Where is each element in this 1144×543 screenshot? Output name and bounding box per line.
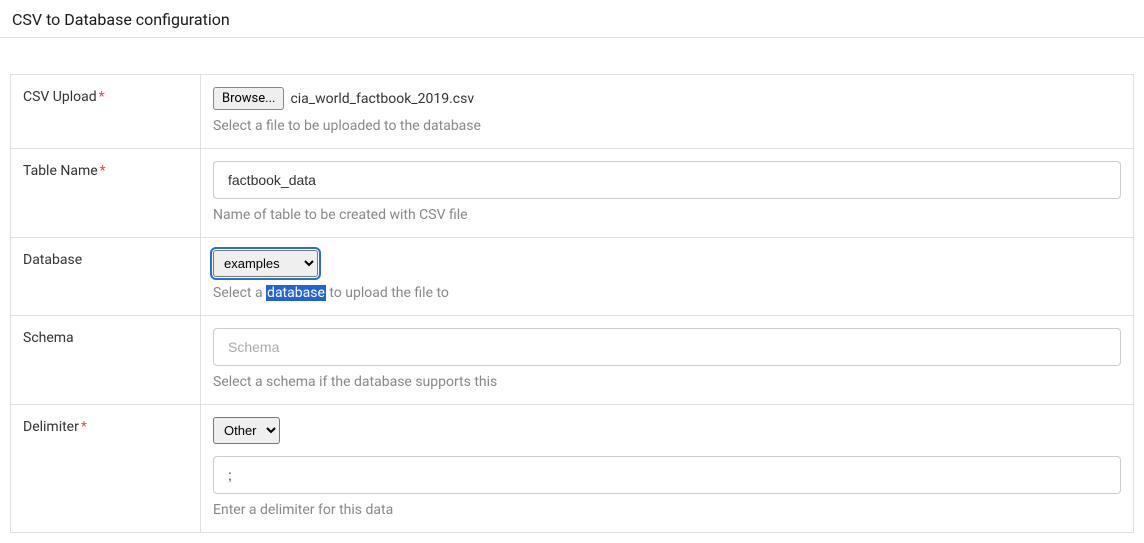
label-csv-upload: CSV Upload*	[11, 75, 201, 148]
row-delimiter: Delimiter* Other Enter a delimiter for t…	[11, 405, 1133, 532]
help-database-post: to upload the file to	[326, 285, 449, 301]
delimiter-select[interactable]: Other	[213, 417, 280, 444]
help-database-pre: Select a	[213, 285, 266, 301]
row-schema: Schema Select a schema if the database s…	[11, 316, 1133, 405]
label-delimiter: Delimiter*	[11, 405, 201, 532]
browse-button[interactable]: Browse...	[213, 87, 284, 110]
required-marker: *	[99, 89, 105, 105]
database-select[interactable]: examples	[213, 250, 318, 277]
label-csv-upload-text: CSV Upload	[23, 89, 97, 105]
form-area: CSV Upload* Browse... cia_world_factbook…	[0, 38, 1144, 543]
help-delimiter: Enter a delimiter for this data	[213, 502, 1121, 518]
label-database-text: Database	[23, 252, 82, 268]
table-name-input[interactable]	[213, 161, 1121, 199]
cell-table-name: Name of table to be created with CSV fil…	[201, 149, 1133, 237]
uploaded-filename: cia_world_factbook_2019.csv	[290, 91, 474, 107]
config-form: CSV Upload* Browse... cia_world_factbook…	[10, 74, 1134, 533]
help-schema: Select a schema if the database supports…	[213, 374, 1121, 390]
label-schema: Schema	[11, 316, 201, 404]
label-delimiter-text: Delimiter	[23, 419, 79, 435]
help-database-highlight: database	[266, 285, 326, 301]
cell-delimiter: Other Enter a delimiter for this data	[201, 405, 1133, 532]
file-upload-line: Browse... cia_world_factbook_2019.csv	[213, 87, 1121, 110]
help-csv-upload: Select a file to be uploaded to the data…	[213, 118, 1121, 134]
row-database: Database examples Select a database to u…	[11, 238, 1133, 316]
label-database: Database	[11, 238, 201, 315]
cell-schema: Select a schema if the database supports…	[201, 316, 1133, 404]
row-table-name: Table Name* Name of table to be created …	[11, 149, 1133, 238]
help-table-name: Name of table to be created with CSV fil…	[213, 207, 1121, 223]
required-marker: *	[100, 163, 106, 179]
required-marker: *	[81, 419, 87, 435]
schema-input[interactable]	[213, 328, 1121, 366]
label-schema-text: Schema	[23, 330, 74, 346]
page-title: CSV to Database configuration	[0, 0, 1144, 38]
delimiter-custom-input[interactable]	[213, 456, 1121, 494]
cell-database: examples Select a database to upload the…	[201, 238, 1133, 315]
cell-csv-upload: Browse... cia_world_factbook_2019.csv Se…	[201, 75, 1133, 148]
help-database: Select a database to upload the file to	[213, 285, 1121, 301]
label-table-name: Table Name*	[11, 149, 201, 237]
label-table-name-text: Table Name	[23, 163, 98, 179]
row-csv-upload: CSV Upload* Browse... cia_world_factbook…	[11, 75, 1133, 149]
